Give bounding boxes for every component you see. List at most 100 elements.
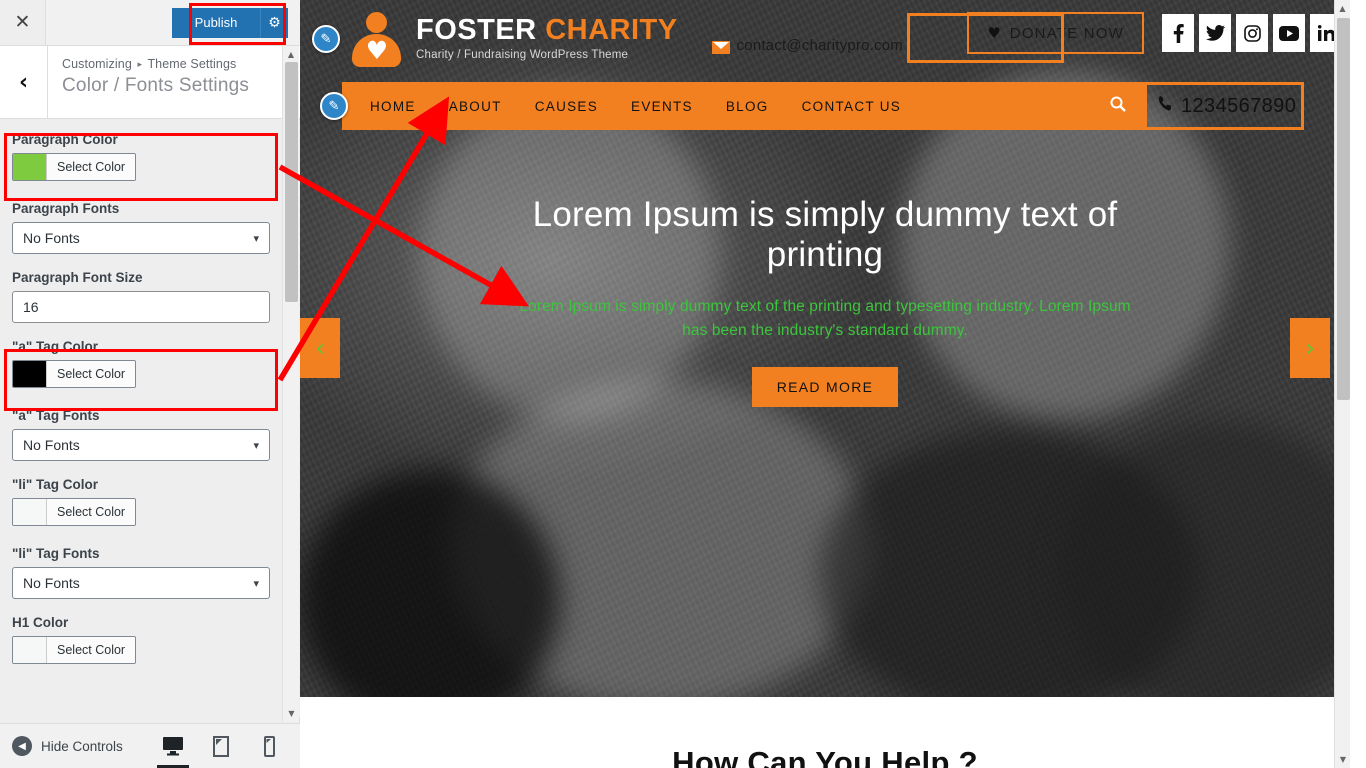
read-more-button[interactable]: READ MORE bbox=[751, 366, 899, 407]
chevron-down-icon: ▾ bbox=[253, 438, 259, 452]
close-customizer-icon[interactable]: ✕ bbox=[0, 0, 46, 45]
section-title: How Can You Help ? bbox=[672, 745, 978, 768]
color-picker-paragraph[interactable]: Select Color bbox=[12, 153, 137, 181]
device-preview-group bbox=[157, 731, 300, 768]
hero-paragraph: Lorem Ipsum is simply dummy text of the … bbox=[519, 297, 1131, 339]
scrollbar-thumb[interactable] bbox=[1337, 18, 1350, 400]
scrollbar-down-icon[interactable]: ▼ bbox=[1335, 751, 1350, 768]
breadcrumb-root[interactable]: Customizing bbox=[62, 57, 132, 71]
phone-icon bbox=[1158, 95, 1174, 117]
contact-email-text: contact@charitypro.com bbox=[736, 37, 903, 54]
slider-prev-button[interactable]: ‹ bbox=[300, 318, 340, 378]
publish-group: Publish ⚙ bbox=[172, 7, 288, 38]
control-label: Paragraph Color bbox=[12, 132, 118, 147]
logo-head-shape bbox=[366, 12, 387, 33]
scrollbar-up-icon[interactable]: ▲ bbox=[283, 46, 299, 63]
search-icon[interactable] bbox=[1110, 96, 1126, 116]
select-value: No Fonts bbox=[23, 575, 80, 591]
scrollbar-up-icon[interactable]: ▲ bbox=[1335, 0, 1350, 17]
control-label: Paragraph Font Size bbox=[12, 270, 143, 285]
facebook-icon[interactable] bbox=[1162, 14, 1194, 52]
control-label: Paragraph Fonts bbox=[12, 201, 120, 216]
envelope-icon bbox=[711, 41, 730, 54]
instagram-icon[interactable] bbox=[1236, 14, 1268, 52]
logo-icon: ♥ bbox=[348, 10, 406, 68]
hide-controls-button[interactable]: ◀ Hide Controls bbox=[0, 736, 123, 756]
control-label: "li" Tag Fonts bbox=[12, 546, 100, 561]
select-paragraph-fonts[interactable]: No Fonts ▾ bbox=[12, 222, 270, 254]
edit-pencil-icon[interactable]: ✎ bbox=[312, 25, 340, 53]
brand-title: FOSTER CHARITY bbox=[416, 16, 678, 45]
gear-icon[interactable]: ⚙ bbox=[260, 7, 288, 38]
nav-item-contact-us[interactable]: CONTACT US bbox=[802, 99, 902, 114]
control-paragraph-color: Paragraph Color Select Color bbox=[0, 132, 300, 185]
customizer-controls-list: Paragraph Color Select Color Paragraph F… bbox=[0, 120, 300, 717]
color-swatch[interactable] bbox=[13, 637, 47, 663]
nav-item-home[interactable]: HOME bbox=[370, 99, 416, 114]
breadcrumb: Customizing ▸ Theme Settings bbox=[62, 57, 249, 71]
sidebar-scrollbar[interactable]: ▲ ▼ bbox=[282, 46, 299, 722]
control-h1-color: H1 Color Select Color bbox=[0, 615, 300, 668]
hide-controls-label: Hide Controls bbox=[41, 738, 123, 754]
select-li-tag-fonts[interactable]: No Fonts ▾ bbox=[12, 567, 270, 599]
collapse-arrow-icon: ◀ bbox=[12, 736, 32, 756]
color-picker-a-tag[interactable]: Select Color bbox=[12, 360, 137, 388]
contact-email-block[interactable]: contact@charitypro.com bbox=[711, 37, 903, 56]
nav-item-about[interactable]: ABOUT bbox=[449, 99, 502, 114]
site-preview: ✎ ♥ FOSTER CHARITY Charity / Fundraising… bbox=[300, 0, 1350, 768]
brand-block: FOSTER CHARITY Charity / Fundraising Wor… bbox=[416, 16, 678, 62]
color-swatch[interactable] bbox=[13, 499, 47, 525]
input-paragraph-font-size[interactable]: 16 bbox=[12, 291, 270, 323]
scrollbar-down-icon[interactable]: ▼ bbox=[283, 705, 300, 722]
donate-label: DONATE NOW bbox=[1009, 24, 1124, 42]
back-chevron-icon[interactable]: ‹ bbox=[0, 46, 48, 118]
select-color-label: Select Color bbox=[47, 637, 136, 663]
select-color-label: Select Color bbox=[47, 154, 136, 180]
social-links bbox=[1162, 14, 1342, 52]
edit-pencil-icon[interactable]: ✎ bbox=[320, 92, 348, 120]
hero-section: ✎ ♥ FOSTER CHARITY Charity / Fundraising… bbox=[300, 0, 1350, 697]
nav-item-blog[interactable]: BLOG bbox=[726, 99, 769, 114]
brand-title-part1: FOSTER bbox=[416, 14, 537, 47]
breadcrumb-parent[interactable]: Theme Settings bbox=[147, 57, 236, 71]
tablet-preview-icon[interactable] bbox=[208, 731, 234, 761]
color-swatch[interactable] bbox=[13, 154, 47, 180]
donate-now-button[interactable]: ♥ DONATE NOW bbox=[967, 12, 1144, 54]
twitter-icon[interactable] bbox=[1199, 14, 1231, 52]
chevron-down-icon: ▾ bbox=[253, 231, 259, 245]
control-li-tag-fonts: "li" Tag Fonts No Fonts ▾ bbox=[0, 546, 300, 599]
color-picker-li-tag[interactable]: Select Color bbox=[12, 498, 137, 526]
preview-scrollbar[interactable]: ▲ ▼ bbox=[1334, 0, 1350, 768]
help-section: How Can You Help ? bbox=[300, 697, 1350, 768]
slider-next-button[interactable]: › bbox=[1290, 318, 1330, 378]
control-paragraph-fonts: Paragraph Fonts No Fonts ▾ bbox=[0, 201, 300, 254]
youtube-icon[interactable] bbox=[1273, 14, 1305, 52]
breadcrumb-separator-icon: ▸ bbox=[137, 59, 143, 70]
publish-button[interactable]: Publish bbox=[172, 7, 260, 38]
scrollbar-thumb[interactable] bbox=[285, 62, 298, 302]
control-label: "a" Tag Color bbox=[12, 339, 99, 354]
nav-item-events[interactable]: EVENTS bbox=[631, 99, 693, 114]
control-label: "li" Tag Color bbox=[12, 477, 99, 492]
control-paragraph-font-size: Paragraph Font Size 16 bbox=[0, 270, 300, 323]
mobile-preview-icon[interactable] bbox=[256, 731, 282, 761]
customizer-topbar: ✕ Publish ⚙ bbox=[0, 0, 300, 46]
control-a-tag-color: "a" Tag Color Select Color bbox=[0, 339, 300, 392]
nav-links: HOME ABOUT CAUSES EVENTS BLOG CONTACT US bbox=[370, 99, 901, 114]
select-color-label: Select Color bbox=[47, 499, 136, 525]
customizer-footer: ◀ Hide Controls bbox=[0, 723, 300, 768]
site-header: ✎ ♥ FOSTER CHARITY Charity / Fundraising… bbox=[300, 0, 1350, 78]
nav-item-causes[interactable]: CAUSES bbox=[535, 99, 598, 114]
color-picker-h1[interactable]: Select Color bbox=[12, 636, 137, 664]
phone-number-box[interactable]: 1234567890 bbox=[1144, 82, 1304, 130]
hero-content: Lorem Ipsum is simply dummy text of prin… bbox=[300, 195, 1350, 407]
color-swatch[interactable] bbox=[13, 361, 47, 387]
desktop-preview-icon[interactable] bbox=[157, 731, 189, 768]
main-navigation: ✎ HOME ABOUT CAUSES EVENTS BLOG CONTACT … bbox=[320, 82, 1144, 130]
panel-header-text: Customizing ▸ Theme Settings Color / Fon… bbox=[48, 46, 249, 118]
chevron-down-icon: ▾ bbox=[253, 576, 259, 590]
customizer-panel-header: ‹ Customizing ▸ Theme Settings Color / F… bbox=[0, 46, 300, 119]
select-a-tag-fonts[interactable]: No Fonts ▾ bbox=[12, 429, 270, 461]
control-li-tag-color: "li" Tag Color Select Color bbox=[0, 477, 300, 530]
control-a-tag-fonts: "a" Tag Fonts No Fonts ▾ bbox=[0, 408, 300, 461]
